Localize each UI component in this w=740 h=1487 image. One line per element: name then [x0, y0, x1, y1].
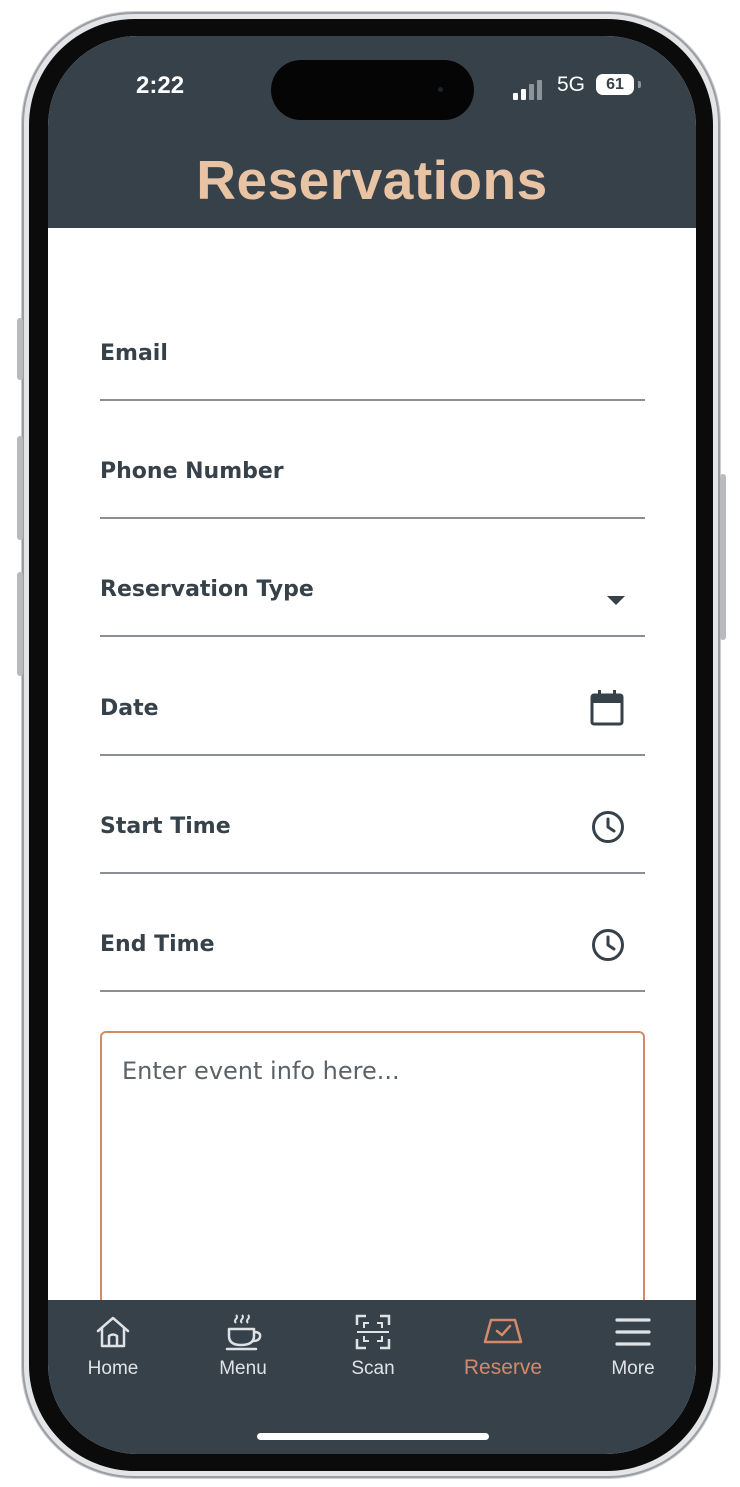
- tab-menu-label: Menu: [219, 1358, 267, 1379]
- bottom-tab-bar: Home Menu Scan Reserve More: [48, 1300, 696, 1454]
- tab-scan[interactable]: Scan: [308, 1300, 438, 1400]
- app-header: 2:22 5G 61 Reservations: [48, 36, 696, 228]
- tab-reserve-label: Reserve: [463, 1356, 543, 1379]
- reserve-icon: [483, 1318, 523, 1344]
- home-indicator[interactable]: [257, 1433, 489, 1440]
- email-field[interactable]: Email: [100, 281, 645, 401]
- tab-more[interactable]: More: [568, 1300, 696, 1400]
- reservation-type-select[interactable]: Reservation Type: [100, 517, 645, 637]
- battery-icon: 61: [596, 74, 634, 95]
- dynamic-island: [271, 60, 474, 120]
- phone-number-field[interactable]: Phone Number: [100, 399, 645, 519]
- clock-icon[interactable]: [591, 810, 625, 844]
- start-time-label: Start Time: [100, 814, 231, 839]
- volume-up-button: [17, 436, 23, 540]
- tab-more-label: More: [611, 1358, 655, 1379]
- calendar-icon[interactable]: [589, 689, 625, 727]
- tab-reserve[interactable]: Reserve: [438, 1300, 568, 1400]
- start-time-field[interactable]: Start Time: [100, 754, 645, 874]
- signal-icon: [513, 80, 547, 100]
- hamburger-icon: [615, 1318, 651, 1346]
- end-time-field[interactable]: End Time: [100, 872, 645, 992]
- app-screen: 2:22 5G 61 Reservations Email Phone Numb…: [48, 36, 696, 1454]
- coffee-cup-icon: [225, 1314, 262, 1351]
- tab-home[interactable]: Home: [48, 1300, 178, 1400]
- camera-dot: [438, 87, 443, 92]
- tab-menu[interactable]: Menu: [178, 1300, 308, 1400]
- status-time: 2:22: [136, 72, 185, 99]
- volume-down-button: [17, 572, 23, 676]
- tab-scan-label: Scan: [351, 1358, 395, 1379]
- scan-icon: [355, 1314, 391, 1350]
- battery-tip: [638, 81, 641, 88]
- date-label: Date: [100, 696, 159, 721]
- page-title: Reservations: [196, 149, 548, 211]
- battery-level: 61: [606, 76, 624, 93]
- phone-number-label: Phone Number: [100, 459, 284, 484]
- clock-icon[interactable]: [591, 928, 625, 962]
- email-label: Email: [100, 341, 168, 366]
- event-info-textarea[interactable]: Enter event info here...: [100, 1031, 645, 1333]
- house-icon: [96, 1316, 130, 1348]
- network-type: 5G: [557, 73, 586, 96]
- dropdown-arrow-icon[interactable]: [607, 596, 625, 606]
- tab-home-label: Home: [87, 1358, 139, 1379]
- power-button: [720, 474, 726, 640]
- mute-switch: [17, 318, 23, 380]
- end-time-label: End Time: [100, 932, 215, 957]
- reservation-type-label: Reservation Type: [100, 577, 314, 602]
- date-field[interactable]: Date: [100, 636, 645, 756]
- event-info-placeholder: Enter event info here...: [122, 1057, 400, 1085]
